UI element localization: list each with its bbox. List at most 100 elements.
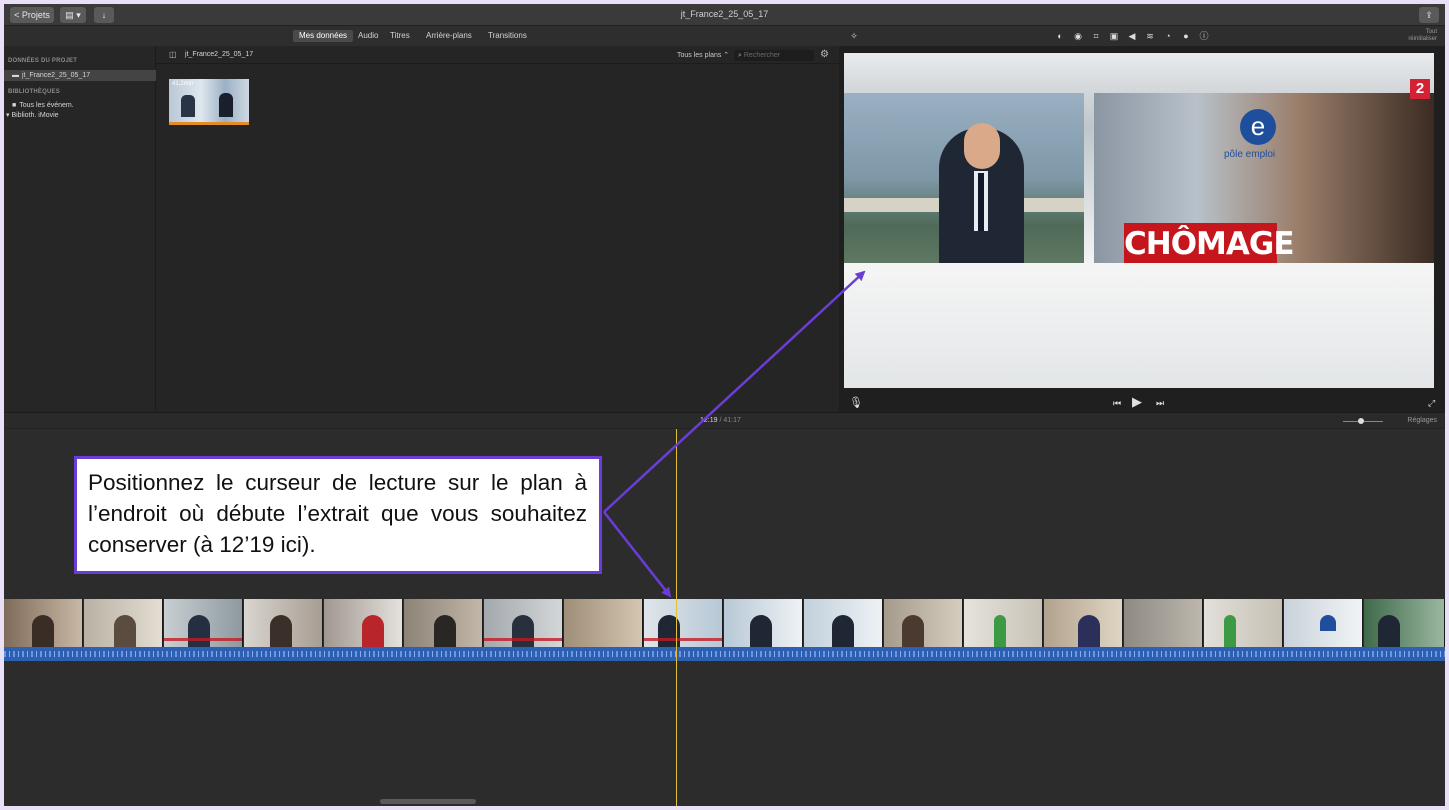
crop-icon[interactable]: ⌗ (1091, 31, 1101, 41)
fullscreen-icon[interactable]: ⤢ (1428, 398, 1435, 409)
clip-frame (244, 599, 323, 647)
clip-frame (804, 599, 883, 647)
tab-arriere-plans[interactable]: Arrière-plans (420, 30, 478, 42)
thumbnail-figure (181, 95, 195, 117)
clip-frame (644, 599, 723, 647)
title-bar: < Projets ▤ ▾ ↓ jt_France2_25_05_17 ⇪ (4, 4, 1445, 26)
stabilization-icon[interactable]: ▣ (1109, 31, 1119, 41)
frame-figure (114, 615, 136, 647)
frame-figure (1224, 615, 1236, 647)
clip-frame (564, 599, 643, 647)
frame-lower-third (644, 638, 722, 641)
viewer: e pôle emploi 2 CHÔMAGE 🎙 ⏮ ▶ ⏭ ⤢ (839, 46, 1445, 412)
anchor-head (964, 123, 1000, 169)
frame-figure (750, 615, 772, 647)
clip-used-bar (169, 122, 249, 125)
content-tabs: Mes données Audio Titres Arrière-plans T… (4, 26, 839, 46)
noise-reduction-icon[interactable]: ≋ (1145, 31, 1155, 41)
video-frame[interactable]: e pôle emploi 2 CHÔMAGE (844, 53, 1434, 388)
sidebar-item-all-events-label: Tous les événem. (19, 102, 74, 109)
frame-figure (270, 615, 292, 647)
thumbnail-figure (219, 93, 233, 117)
clip-filter-dropdown[interactable]: Tous les plans ⌃ (677, 51, 729, 59)
frame-figure (994, 615, 1006, 647)
frame-figure (32, 615, 54, 647)
playhead[interactable] (676, 429, 677, 806)
color-correction-icon[interactable]: ◉ (1073, 31, 1083, 41)
clip-duration: 41,2min (172, 81, 194, 87)
frame-figure (362, 615, 384, 647)
clip-frame (1124, 599, 1203, 647)
audio-waveform[interactable] (4, 647, 1445, 661)
tab-mes-donnees[interactable]: Mes données (293, 30, 354, 42)
search-placeholder: Rechercher (743, 52, 781, 59)
browser-title: jt_France2_25_05_17 (185, 51, 254, 58)
tab-audio[interactable]: Audio (352, 30, 384, 42)
project-data-header: DONNÉES DU PROJET (8, 58, 78, 64)
play-icon[interactable]: ▶ (1132, 394, 1142, 410)
anchor-tie (978, 173, 984, 231)
tab-transitions[interactable]: Transitions (482, 30, 533, 42)
clip-frame (1284, 599, 1363, 647)
tab-titres[interactable]: Titres (384, 30, 416, 42)
clip-frame (4, 599, 83, 647)
frame-figure (188, 615, 210, 647)
video-clip[interactable] (4, 599, 1445, 647)
zoom-slider-knob[interactable] (1358, 418, 1364, 424)
annotation-callout: Positionnez le curseur de lecture sur le… (74, 456, 602, 574)
volume-icon[interactable]: ◀ (1127, 31, 1137, 41)
frame-lower-third (164, 638, 242, 641)
pole-emploi-text: pôle emploi (1224, 149, 1276, 160)
skip-forward-icon[interactable]: ⏭ (1156, 398, 1164, 409)
clip-frame (404, 599, 483, 647)
clip-frame (884, 599, 963, 647)
timeline-scrollbar[interactable] (380, 799, 476, 804)
info-icon[interactable]: ⓘ (1199, 31, 1209, 41)
waveform-pattern (4, 651, 1445, 657)
clip-frame (964, 599, 1043, 647)
clip-frame (1044, 599, 1123, 647)
library-sidebar: DONNÉES DU PROJET ▬ jt_France2_25_05_17 B… (4, 46, 156, 412)
film-icon: ▬ (12, 72, 19, 79)
event-icon: ■ (12, 102, 17, 109)
browser-header: ◫ jt_France2_25_05_17 Tous les plans ⌃ ⌕… (156, 46, 839, 64)
frame-figure (902, 615, 924, 647)
frame-figure (1378, 615, 1400, 647)
sidebar-toggle-icon[interactable]: ◫ (169, 50, 177, 59)
timecode: 12:19 / 41:17 (700, 417, 741, 424)
clip-frame (84, 599, 163, 647)
clip-filter-icon[interactable]: ● (1181, 31, 1191, 41)
speed-icon[interactable]: ◔ (1163, 31, 1173, 41)
libraries-header: BIBLIOTHÈQUES (8, 89, 60, 95)
clip-frame (324, 599, 403, 647)
pole-emploi-logo: e (1240, 109, 1276, 145)
reset-all-button[interactable]: Tout réinitialiser (1397, 29, 1437, 43)
timeline-settings-button[interactable]: Réglages (1407, 417, 1437, 424)
news-desk (844, 263, 1434, 388)
imovie-window: < Projets ▤ ▾ ↓ jt_France2_25_05_17 ⇪ Me… (4, 4, 1445, 806)
search-input[interactable]: ⌕ Rechercher (734, 50, 814, 61)
clip-frame (1204, 599, 1283, 647)
frame-lower-third (484, 638, 562, 641)
share-icon[interactable]: ⇪ (1419, 7, 1439, 23)
total-time: 41:17 (723, 417, 741, 424)
channel-logo: 2 (1410, 79, 1430, 99)
frame-figure (434, 615, 456, 647)
magic-wand-icon[interactable]: ✧ (849, 31, 859, 41)
frame-figure (832, 615, 854, 647)
clip-frame (724, 599, 803, 647)
timeline-header: 12:19 / 41:17 Réglages (4, 412, 1445, 429)
sidebar-item-imovie-library[interactable]: ▾ Biblioth. iMovie (4, 110, 156, 121)
skip-back-icon[interactable]: ⏮ (1113, 398, 1121, 409)
transport-controls: 🎙 ⏮ ▶ ⏭ ⤢ (839, 392, 1445, 412)
gear-icon[interactable]: ⚙ (820, 49, 829, 60)
sidebar-item-project-label: jt_France2_25_05_17 (22, 72, 91, 79)
sidebar-item-project[interactable]: ▬ jt_France2_25_05_17 (4, 70, 156, 81)
microphone-icon[interactable]: 🎙 (849, 396, 863, 409)
clip-frame (164, 599, 243, 647)
clip-thumbnail[interactable]: 41,2min (169, 79, 249, 125)
adjustments-toolbar: ✧ ◐ ◉ ⌗ ▣ ◀ ≋ ◔ ● ⓘ Tout réinitialiser (839, 26, 1445, 46)
media-browser: ◫ jt_France2_25_05_17 Tous les plans ⌃ ⌕… (156, 46, 839, 412)
color-balance-icon[interactable]: ◐ (1055, 31, 1065, 41)
clip-frame (484, 599, 563, 647)
